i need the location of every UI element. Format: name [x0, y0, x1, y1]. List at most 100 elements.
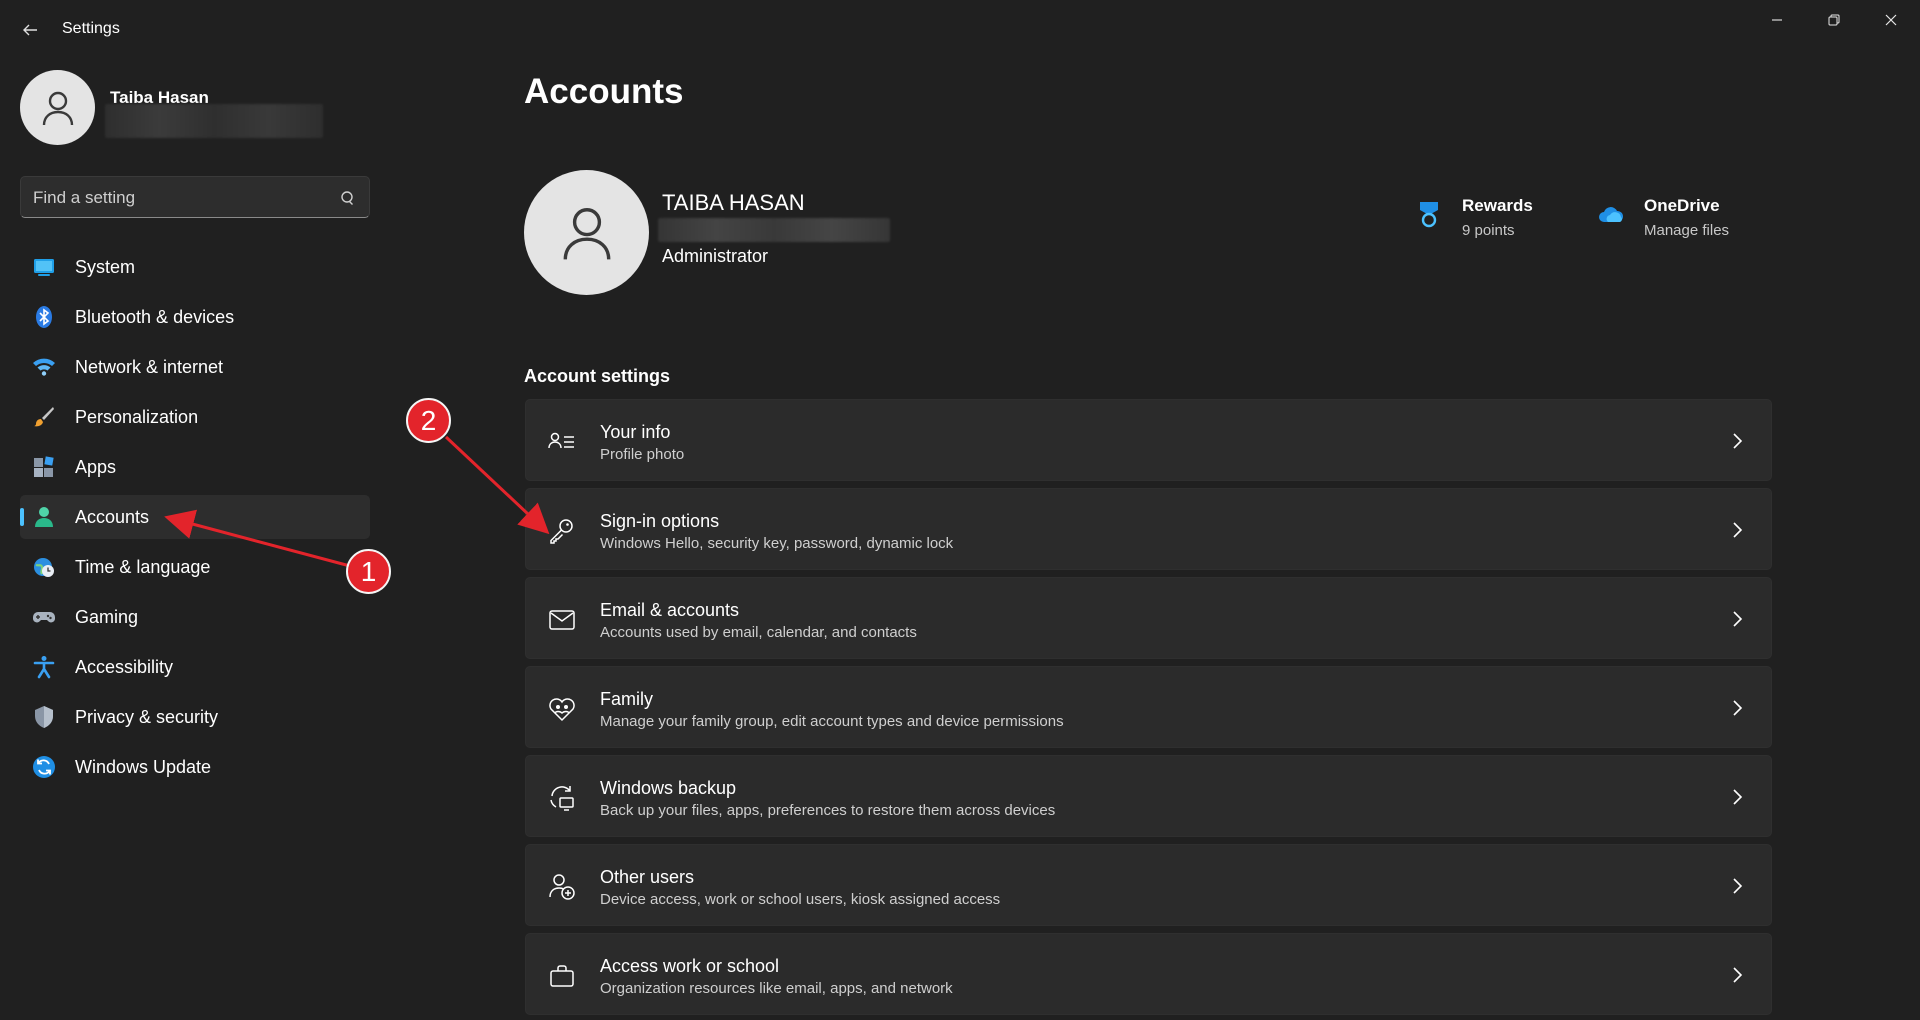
card-access-work-school[interactable]: Access work or school Organization resou…	[525, 933, 1772, 1015]
sidebar-item-label: System	[75, 257, 136, 277]
title-bar: Settings	[0, 0, 1920, 60]
section-title: Account settings	[524, 366, 671, 386]
person-icon	[563, 207, 610, 259]
search-icon[interactable]	[337, 189, 355, 207]
rewards-title: Rewards	[1462, 196, 1533, 215]
sidebar-item-label: Accessibility	[75, 657, 174, 677]
sidebar-item-privacy[interactable]: Privacy & security	[20, 695, 370, 739]
card-subtitle: Profile photo	[600, 446, 685, 463]
card-subtitle: Back up your files, apps, preferences to…	[600, 802, 1056, 819]
key-icon	[550, 519, 573, 544]
card-title: Your info	[600, 422, 671, 442]
card-windows-backup[interactable]: Windows backup Back up your files, apps,…	[525, 755, 1772, 837]
bluetooth-icon	[36, 306, 52, 328]
sidebar-item-apps[interactable]: Apps	[20, 445, 370, 489]
briefcase-icon	[550, 965, 574, 987]
minimize-button[interactable]	[1748, 0, 1805, 40]
account-settings-list: Your info Profile photo Sign-in options …	[525, 399, 1772, 1020]
sidebar-item-label: Windows Update	[75, 757, 212, 777]
sidebar-item-label: Network & internet	[75, 357, 224, 377]
chevron-right-icon	[1733, 522, 1743, 538]
card-title: Sign-in options	[600, 511, 720, 531]
chevron-right-icon	[1733, 789, 1743, 805]
annotation-badge-2: 2	[406, 398, 451, 443]
wifi-icon	[33, 358, 55, 376]
chevron-right-icon	[1733, 611, 1743, 627]
backup-icon	[548, 784, 576, 811]
family-heart-icon	[549, 698, 575, 722]
account-avatar[interactable]	[524, 170, 649, 295]
active-indicator	[20, 508, 24, 526]
restore-button[interactable]	[1805, 0, 1862, 40]
card-subtitle: Manage your family group, edit account t…	[600, 713, 1064, 730]
person-card-icon	[548, 432, 574, 449]
search-input[interactable]	[33, 186, 323, 210]
chevron-right-icon	[1733, 967, 1743, 983]
sidebar-item-label: Privacy & security	[75, 707, 219, 727]
close-button[interactable]	[1862, 0, 1919, 40]
sidebar-item-time-language[interactable]: Time & language	[20, 545, 370, 589]
card-subtitle: Organization resources like email, apps,…	[600, 980, 953, 997]
globe-clock-icon	[34, 558, 54, 577]
card-subtitle: Accounts used by email, calendar, and co…	[600, 624, 917, 641]
close-icon	[1885, 14, 1896, 26]
card-title: Other users	[600, 867, 695, 887]
rewards-points: 9 points	[1462, 222, 1515, 239]
account-role: Administrator	[662, 246, 769, 266]
card-title: Windows backup	[600, 778, 737, 798]
sidebar-item-windows-update[interactable]: Windows Update	[20, 745, 370, 789]
card-other-users[interactable]: Other users Device access, work or schoo…	[525, 844, 1772, 926]
back-button[interactable]	[16, 16, 44, 44]
sidebar-avatar[interactable]	[20, 70, 95, 145]
sidebar-item-label: Bluetooth & devices	[75, 307, 235, 327]
rewards-link[interactable]: Rewards 9 points	[1414, 196, 1533, 239]
rewards-medal-icon	[1420, 202, 1438, 228]
chevron-right-icon	[1733, 700, 1743, 716]
apps-icon	[34, 456, 54, 477]
sidebar-item-network[interactable]: Network & internet	[20, 345, 370, 389]
update-icon	[33, 756, 55, 778]
brush-icon	[34, 407, 54, 427]
sidebar-item-label: Gaming	[75, 607, 139, 627]
person-icon	[42, 91, 73, 125]
onedrive-title: OneDrive	[1644, 196, 1720, 215]
restore-icon	[1828, 14, 1839, 26]
card-title: Email & accounts	[600, 600, 740, 620]
accounts-icon	[35, 507, 53, 527]
card-title: Family	[600, 689, 653, 709]
card-subtitle: Device access, work or school users, kio…	[600, 891, 1001, 908]
sidebar-item-bluetooth[interactable]: Bluetooth & devices	[20, 295, 370, 339]
card-sign-in-options[interactable]: Sign-in options Windows Hello, security …	[525, 488, 1772, 570]
onedrive-cloud-icon	[1599, 207, 1624, 222]
sidebar-item-accounts[interactable]: Accounts	[20, 495, 370, 539]
account-name: TAIBA HASAN	[662, 190, 805, 215]
card-subtitle: Windows Hello, security key, password, d…	[600, 535, 954, 552]
gamepad-icon	[33, 612, 55, 623]
chevron-right-icon	[1733, 433, 1743, 449]
sidebar-item-gaming[interactable]: Gaming	[20, 595, 370, 639]
sidebar-item-label: Personalization	[75, 407, 199, 427]
add-person-icon	[549, 874, 575, 900]
sidebar-item-personalization[interactable]: Personalization	[20, 395, 370, 439]
sidebar-item-label: Apps	[75, 457, 117, 477]
sidebar-nav: System Bluetooth & devices Network & int…	[20, 245, 370, 795]
search-box[interactable]	[20, 176, 370, 218]
redacted-account-email	[658, 218, 890, 242]
minimize-icon	[1771, 19, 1782, 21]
back-arrow-icon	[23, 24, 37, 36]
mail-icon	[549, 610, 575, 630]
onedrive-subtitle: Manage files	[1644, 222, 1730, 239]
app-title: Settings	[62, 20, 120, 37]
sidebar-item-label: Accounts	[75, 507, 150, 527]
card-title: Access work or school	[600, 956, 780, 976]
card-family[interactable]: Family Manage your family group, edit ac…	[525, 666, 1772, 748]
card-email-accounts[interactable]: Email & accounts Accounts used by email,…	[525, 577, 1772, 659]
sidebar-item-accessibility[interactable]: Accessibility	[20, 645, 370, 689]
page-title: Accounts	[524, 72, 684, 111]
annotation-badge-1: 1	[346, 549, 391, 594]
sidebar-item-system[interactable]: System	[20, 245, 370, 289]
redacted-email	[105, 104, 323, 138]
accessibility-icon	[33, 656, 55, 679]
onedrive-link[interactable]: OneDrive Manage files	[1596, 196, 1729, 239]
card-your-info[interactable]: Your info Profile photo	[525, 399, 1772, 481]
